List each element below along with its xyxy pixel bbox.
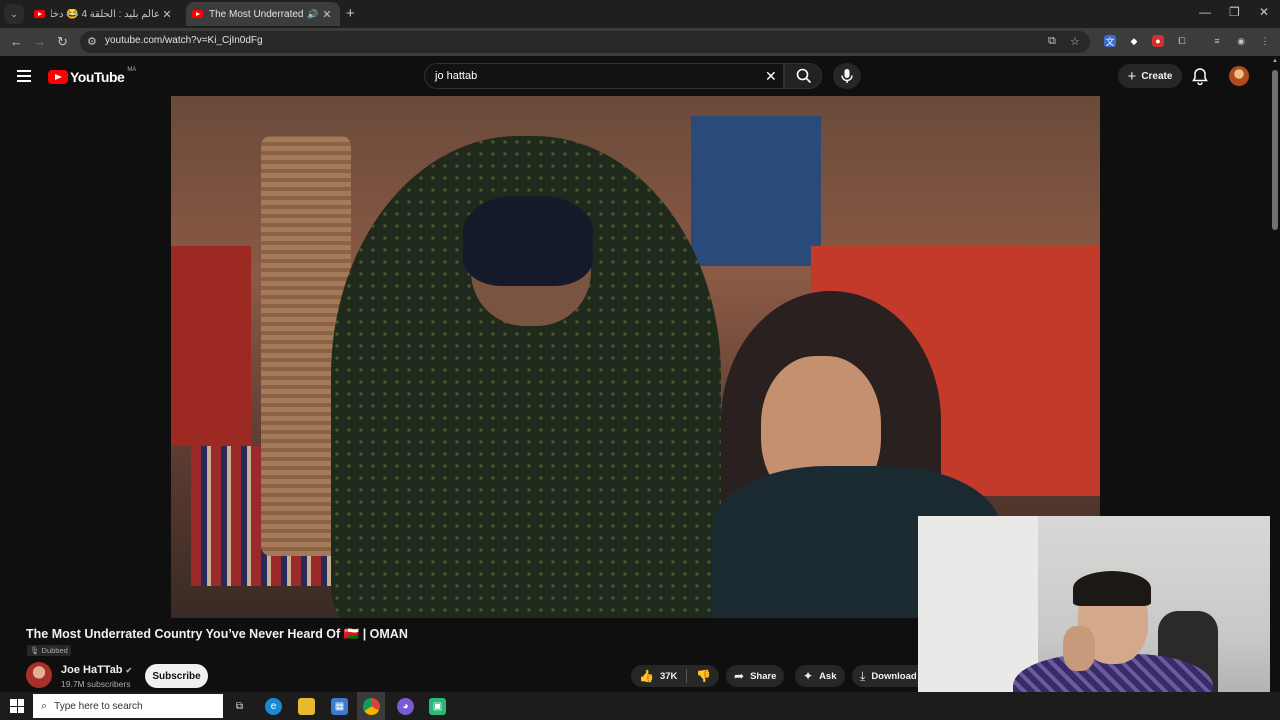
media-control-icon[interactable]: ≡ <box>1211 35 1223 47</box>
tab-title: عالم بليد : الحلقة 4 😂 دخلنا غرفة <box>51 8 160 20</box>
account-avatar[interactable] <box>1229 66 1249 86</box>
share-arrow-icon: ➦ <box>734 669 745 683</box>
install-icon[interactable]: ⧉ <box>1048 35 1056 48</box>
channel-avatar[interactable] <box>26 662 52 688</box>
browser-tab-strip: ⌄ عالم بليد : الحلقة 4 😂 دخلنا غرفة ✕ Th… <box>0 0 1280 28</box>
scroll-up-icon[interactable]: ▲ <box>1272 58 1278 64</box>
extension-diamond-icon[interactable]: ◆ <box>1128 35 1140 47</box>
window-close-icon[interactable]: ✕ <box>1259 5 1269 19</box>
discord-icon[interactable]: ◕ <box>397 698 414 715</box>
chrome-icon[interactable] <box>363 698 380 715</box>
file-explorer-icon[interactable] <box>298 698 315 715</box>
speaker-icon[interactable]: 🔊 <box>306 9 320 20</box>
sparkle-icon: ✦ <box>803 669 814 683</box>
tab-close-icon[interactable]: ✕ <box>320 8 334 21</box>
taskbar-search-input[interactable]: ⌕ Type here to search <box>33 694 223 718</box>
youtube-play-icon <box>48 70 68 84</box>
dubbed-label: Dubbed <box>41 646 68 655</box>
like-count[interactable]: 37K <box>660 671 677 682</box>
video-scene-detail <box>691 116 821 266</box>
notifications-bell-icon[interactable] <box>1192 67 1208 90</box>
translate-extension-icon[interactable]: 文 <box>1104 35 1116 47</box>
download-button[interactable]: ⤓ Download <box>852 665 918 687</box>
store-icon[interactable]: ▦ <box>331 698 348 715</box>
webcam-overlay <box>918 516 1280 720</box>
clear-search-icon[interactable]: ✕ <box>765 68 777 85</box>
address-bar[interactable]: ⚙ youtube.com/watch?v=Ki_CjIn0dFg ⧉ ☆ <box>80 31 1090 53</box>
dubbed-icon: 🎙 <box>30 646 40 655</box>
video-scene-detail <box>171 246 251 446</box>
page-scrollbar[interactable]: ▲ <box>1270 56 1280 692</box>
recorder-app-icon[interactable]: ▣ <box>429 698 446 715</box>
share-label: Share <box>750 670 777 682</box>
taskbar-search-placeholder: Type here to search <box>54 700 143 712</box>
video-scene-detail <box>463 196 593 286</box>
youtube-masthead: YouTube MA jo hattab ✕ + Create <box>0 56 1270 96</box>
ask-button[interactable]: ✦ Ask <box>795 665 845 687</box>
download-label: Download <box>871 670 917 682</box>
site-info-icon[interactable]: ⚙ <box>87 35 97 48</box>
like-thumb-icon[interactable]: 👍 <box>639 669 654 683</box>
url-text: youtube.com/watch?v=Ki_CjIn0dFg <box>105 35 263 46</box>
plus-icon: + <box>1127 67 1137 85</box>
create-label: Create <box>1141 70 1173 82</box>
country-code: MA <box>127 67 137 73</box>
extension-red-icon[interactable]: ● <box>1152 35 1164 47</box>
browser-toolbar: ← → ↻ ⚙ youtube.com/watch?v=Ki_CjIn0dFg … <box>0 28 1280 56</box>
scrollbar-thumb[interactable] <box>1272 70 1278 230</box>
tab-close-icon[interactable]: ✕ <box>160 8 174 21</box>
profile-icon[interactable]: ◉ <box>1235 35 1247 47</box>
search-button[interactable] <box>784 63 822 89</box>
new-tab-icon[interactable]: + <box>346 5 355 22</box>
search-query: jo hattab <box>435 70 478 82</box>
share-button[interactable]: ➦ Share <box>726 665 785 687</box>
browser-menu-icon[interactable]: ⋮ <box>1259 35 1271 47</box>
download-icon: ⤓ <box>860 668 866 683</box>
forward-icon[interactable]: → <box>33 34 46 49</box>
webcam-scene-detail <box>1063 626 1095 671</box>
search-icon: ⌕ <box>41 699 48 712</box>
extensions-puzzle-icon[interactable]: ⧠ <box>1176 35 1188 47</box>
voice-search-button[interactable] <box>833 63 861 89</box>
microphone-icon <box>841 69 853 83</box>
youtube-favicon-icon <box>192 10 203 18</box>
bookmark-star-icon[interactable]: ☆ <box>1070 35 1080 48</box>
minimize-icon[interactable]: — <box>1199 5 1211 19</box>
youtube-favicon-icon <box>34 10 45 18</box>
reload-icon[interactable]: ↻ <box>57 34 68 50</box>
channel-name: Joe HaTTab <box>61 664 123 676</box>
webcam-scene-detail <box>1073 571 1151 606</box>
browser-tab-1[interactable]: عالم بليد : الحلقة 4 😂 دخلنا غرفة ✕ <box>28 2 180 26</box>
edge-browser-icon[interactable]: e <box>265 698 282 715</box>
tab-search-button[interactable]: ⌄ <box>4 4 24 24</box>
create-button[interactable]: + Create <box>1118 64 1182 88</box>
search-input[interactable]: jo hattab ✕ <box>424 63 784 89</box>
subscriber-count: 19.7M subscribers <box>61 679 131 689</box>
like-divider <box>686 669 688 683</box>
like-dislike-group: 👍 37K 👎 <box>631 665 719 687</box>
verified-check-icon: ✔ <box>125 666 133 675</box>
windows-start-icon[interactable] <box>10 699 24 713</box>
back-icon[interactable]: ← <box>10 34 23 49</box>
youtube-logo[interactable]: YouTube MA <box>48 67 137 85</box>
tab-title: The Most Underrated Coun <box>209 8 306 20</box>
search-icon <box>796 68 812 84</box>
subscribe-button[interactable]: Subscribe <box>145 664 208 688</box>
dislike-thumb-icon[interactable]: 👎 <box>696 669 711 683</box>
browser-tab-2-active[interactable]: The Most Underrated Coun 🔊 ✕ <box>186 2 340 26</box>
windows-taskbar: ⌕ Type here to search ⧉ e ▦ ◕ ▣ <box>0 692 1280 720</box>
ask-label: Ask <box>819 670 837 682</box>
task-view-icon[interactable]: ⧉ <box>231 698 248 715</box>
menu-hamburger-icon[interactable] <box>17 70 31 82</box>
logo-text: YouTube <box>70 69 125 85</box>
channel-name-link[interactable]: Joe HaTTab ✔ <box>61 664 132 676</box>
video-title: The Most Underrated Country You’ve Never… <box>26 627 408 641</box>
restore-icon[interactable]: ❐ <box>1229 5 1240 19</box>
dubbed-badge: 🎙 Dubbed <box>27 645 71 656</box>
